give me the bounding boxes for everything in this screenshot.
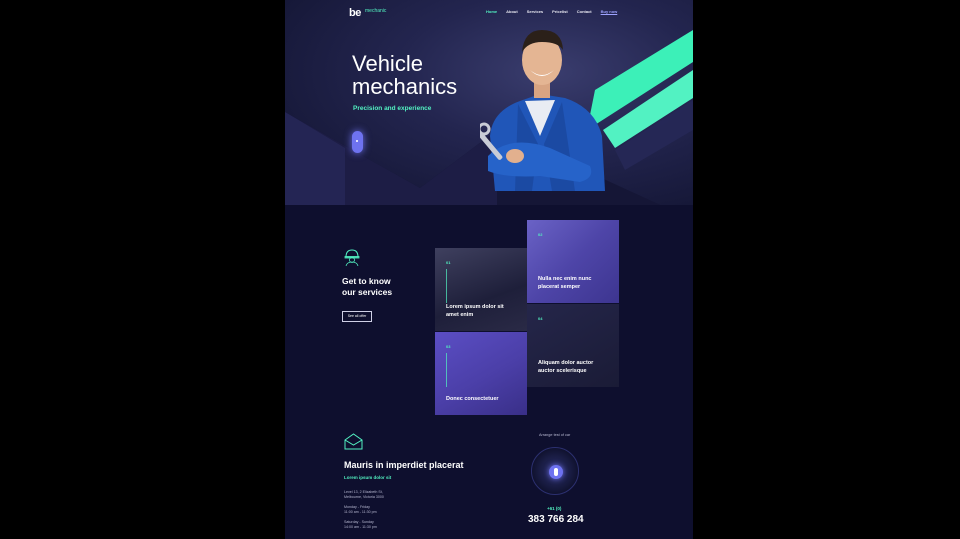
hero-title-line2: mechanics [352, 74, 458, 99]
envelope-icon [344, 433, 363, 450]
logo-subtext: mechanic [365, 8, 387, 14]
service-tile-04[interactable]: 04 Aliquam dolor auctor auctor scelerisq… [527, 304, 619, 387]
tile-label: Aliquam dolor auctor auctor scelerisque [538, 360, 594, 374]
see-all-offer-button[interactable]: See all offer [342, 311, 372, 322]
tile-number: 03 [446, 344, 451, 349]
phone-icon[interactable] [549, 465, 563, 479]
service-tile-02[interactable]: 02 Nulla nec enim nunc placerat semper [527, 220, 619, 303]
services-title-line2: our services [342, 287, 393, 297]
scroll-down-button[interactable] [352, 131, 363, 153]
tile-number: 02 [538, 232, 543, 237]
nav-links: Home About Services Pricelist Contact Bu… [486, 9, 617, 14]
service-tile-03[interactable]: 03 Donec consectetuer [435, 332, 527, 415]
hero-subtitle: Precision and experience [353, 105, 432, 112]
tile-label: Lorem ipsum dolor sit amet enim [446, 304, 504, 318]
nav-contact[interactable]: Contact [577, 9, 592, 14]
address-block: Level 13, 2 Elizabeth St, Melbourne, Vic… [344, 490, 384, 500]
phone-ring [531, 447, 579, 495]
mechanic-image [480, 30, 605, 191]
nav-about[interactable]: About [506, 9, 518, 14]
hours-weekend: Saturday - Sunday 14:00 am - 11:30 pm [344, 520, 377, 530]
service-tile-01[interactable]: 01 Lorem ipsum dolor sit amet enim [435, 248, 527, 331]
weekdays-hours: 11:00 am - 11:30 pm [344, 510, 377, 514]
mechanic-helmet-icon [344, 249, 360, 266]
services-title: Get to know our services [342, 276, 422, 298]
nav-pricelist[interactable]: Pricelist [552, 9, 568, 14]
hero-title: Vehicle mechanics [352, 52, 492, 98]
hero-section: be mechanic Home About Services Pricelis… [285, 0, 693, 205]
nav-buy-now[interactable]: Buy now [601, 9, 618, 14]
tile-accent-line [446, 269, 447, 303]
tile-label: Nulla nec enim nunc placerat semper [538, 276, 592, 290]
logo[interactable]: be mechanic [349, 7, 386, 19]
tile-number: 04 [538, 316, 543, 321]
phone-number[interactable]: 383 766 284 [528, 514, 584, 525]
hero-title-line1: Vehicle [352, 51, 423, 76]
page: be mechanic Home About Services Pricelis… [285, 0, 693, 539]
tile-accent-line [446, 353, 447, 387]
contact-title: Mauris in imperdiet placerat [344, 460, 464, 470]
arrange-test-label: Arrange test of car [539, 433, 571, 437]
address-line2: Melbourne, Victoria 3000 [344, 495, 384, 499]
nav-home[interactable]: Home [486, 9, 497, 14]
tile-number: 01 [446, 260, 451, 265]
logo-text: be [349, 7, 361, 19]
weekend-hours: 14:00 am - 11:30 pm [344, 525, 377, 529]
services-title-line1: Get to know [342, 276, 391, 286]
hours-weekdays: Monday - Friday 11:00 am - 11:30 pm [344, 505, 377, 515]
contact-subtitle: Lorem ipsum dolor sit [344, 475, 392, 480]
phone-country-code: +61 (0) [547, 506, 562, 511]
nav-services[interactable]: Services [527, 9, 543, 14]
tile-label: Donec consectetuer [446, 395, 499, 402]
